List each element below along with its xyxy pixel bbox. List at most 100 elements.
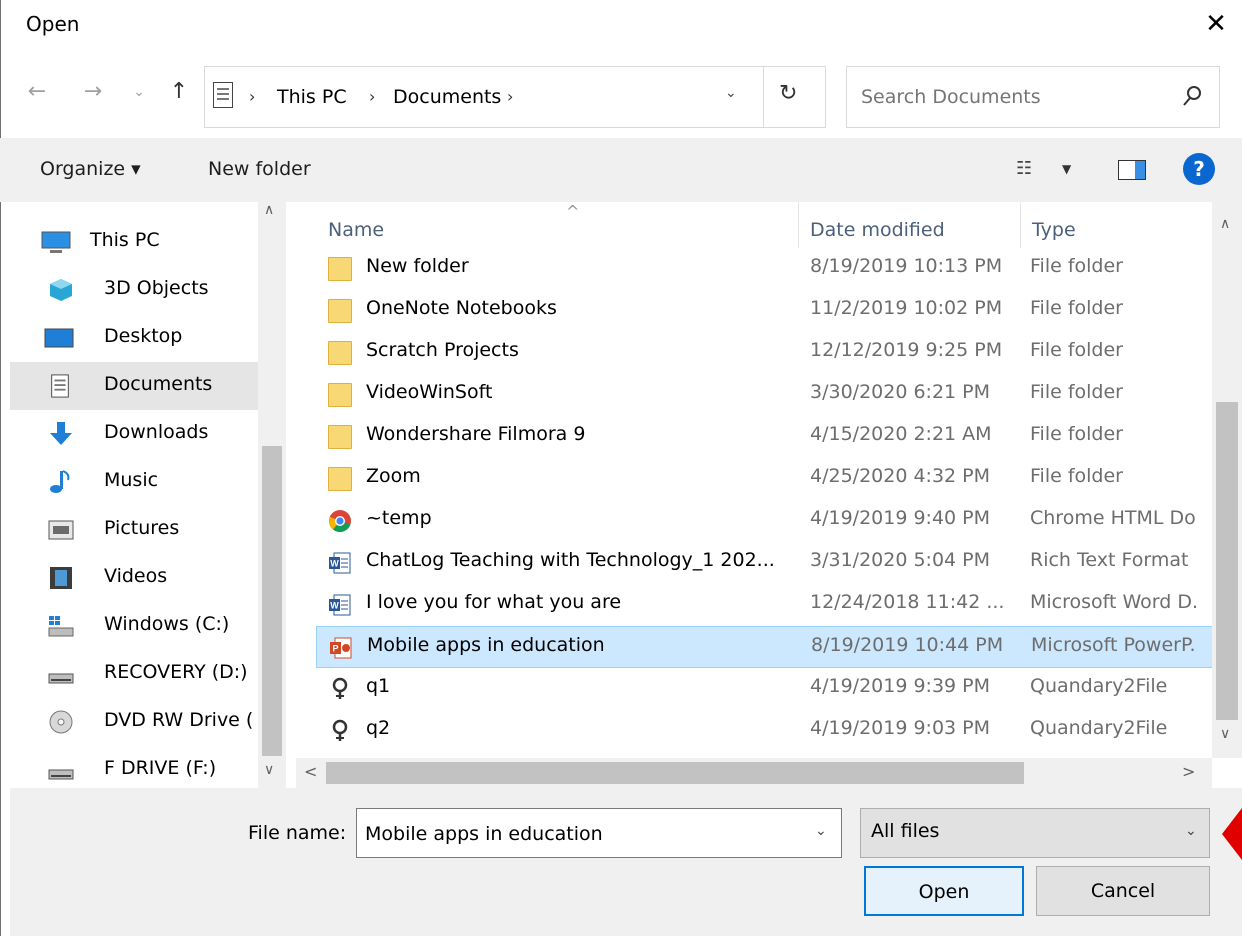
open-button[interactable]: Open <box>864 866 1024 916</box>
red-pointer-arrow <box>1222 808 1242 860</box>
chevron-down-icon[interactable]: ⌄ <box>815 823 827 839</box>
file-name-input[interactable] <box>365 819 795 849</box>
sidebar-item-windows-c[interactable]: Windows (C:) <box>10 602 258 650</box>
word-doc-icon: W <box>329 552 351 574</box>
file-date: 4/15/2020 2:21 AM <box>810 423 992 445</box>
sidebar-item-downloads[interactable]: Downloads <box>10 410 258 458</box>
scroll-left-icon[interactable]: < <box>304 762 317 781</box>
file-row[interactable]: Wondershare Filmora 9 4/15/2020 2:21 AM … <box>316 416 1212 458</box>
search-icon[interactable] <box>1181 83 1203 109</box>
file-date: 8/19/2019 10:13 PM <box>810 255 1003 277</box>
organize-button[interactable]: Organize ▾ <box>40 158 141 180</box>
file-type-select[interactable]: All files ⌄ <box>860 808 1210 858</box>
file-row[interactable]: VideoWinSoft 3/30/2020 6:21 PM File fold… <box>316 374 1212 416</box>
sidebar-item-pictures[interactable]: Pictures <box>10 506 258 554</box>
quandary-icon <box>332 677 348 699</box>
sidebar-item-dvd-rw[interactable]: DVD RW Drive ( <box>10 698 258 746</box>
file-name-combobox[interactable]: ⌄ <box>356 808 842 858</box>
file-row[interactable]: Zoom 4/25/2020 4:32 PM File folder <box>316 458 1212 500</box>
column-header-date-modified[interactable]: Date modified <box>810 216 945 244</box>
help-icon[interactable]: ? <box>1183 153 1215 185</box>
file-type-value: All files <box>871 820 940 842</box>
file-date: 11/2/2019 10:02 PM <box>810 297 1003 319</box>
file-name: Zoom <box>366 465 421 487</box>
file-row-selected[interactable]: P Mobile apps in education 8/19/2019 10:… <box>316 626 1212 668</box>
preview-pane-icon[interactable] <box>1118 160 1146 180</box>
sidebar-item-label: Downloads <box>104 421 209 443</box>
sidebar-item-recovery-d[interactable]: RECOVERY (D:) <box>10 650 258 698</box>
title-bar: Open ✕ <box>0 0 1242 50</box>
scroll-up-icon[interactable]: ∧ <box>1220 216 1230 232</box>
up-arrow-icon[interactable]: ↑ <box>164 77 194 107</box>
folder-icon <box>328 257 352 281</box>
file-list-horizontal-scrollbar[interactable]: < > <box>296 758 1212 788</box>
navigation-pane-scrollbar[interactable]: ∧ ∨ <box>258 202 286 788</box>
dialog-title: Open <box>26 12 80 36</box>
scroll-up-icon[interactable]: ∧ <box>264 202 274 218</box>
new-folder-button[interactable]: New folder <box>208 158 311 180</box>
scroll-right-icon[interactable]: > <box>1182 762 1195 781</box>
cancel-button[interactable]: Cancel <box>1036 866 1210 916</box>
column-header-name[interactable]: Name <box>328 216 384 244</box>
breadcrumb-separator[interactable]: › <box>369 84 375 110</box>
folder-icon <box>328 467 352 491</box>
file-date: 3/30/2020 6:21 PM <box>810 381 991 403</box>
address-divider <box>763 67 764 127</box>
file-row[interactable]: ~temp 4/19/2019 9:40 PM Chrome HTML Do <box>316 500 1212 542</box>
file-row[interactable]: New folder 8/19/2019 10:13 PM File folde… <box>316 248 1212 290</box>
scroll-down-icon[interactable]: ∨ <box>1220 726 1230 742</box>
file-name: Scratch Projects <box>366 339 519 361</box>
file-row[interactable]: q2 4/19/2019 9:03 PM Quandary2File <box>316 710 1212 752</box>
recent-locations-icon[interactable]: ⌄ <box>128 77 150 107</box>
file-name: ~temp <box>366 507 432 529</box>
column-header-type[interactable]: Type <box>1032 216 1076 244</box>
file-row[interactable]: W I love you for what you are 12/24/2018… <box>316 584 1212 626</box>
folder-icon <box>328 341 352 365</box>
breadcrumb-this-pc[interactable]: This PC <box>277 84 347 110</box>
file-row[interactable]: W ChatLog Teaching with Technology_1 202… <box>316 542 1212 584</box>
sidebar-item-label: DVD RW Drive ( <box>104 709 254 731</box>
search-box[interactable] <box>846 66 1220 128</box>
sidebar-item-label: 3D Objects <box>104 277 209 299</box>
sidebar-item-desktop[interactable]: Desktop <box>10 314 258 362</box>
column-divider[interactable] <box>798 202 799 248</box>
address-dropdown-icon[interactable]: ⌄ <box>725 85 737 101</box>
file-type: Rich Text Format <box>1030 549 1189 571</box>
file-type: Microsoft Word D. <box>1030 591 1199 613</box>
navigation-pane: This PC 3D Objects Desktop Documents Dow… <box>10 202 286 788</box>
file-row[interactable]: OneNote Notebooks 11/2/2019 10:02 PM Fil… <box>316 290 1212 332</box>
file-list-vertical-scrollbar[interactable]: ∧ ∨ <box>1212 202 1242 758</box>
breadcrumb-documents[interactable]: Documents <box>393 84 501 110</box>
address-bar[interactable]: › This PC › Documents › ⌄ ↻ <box>204 66 826 128</box>
sidebar-item-documents[interactable]: Documents <box>10 362 258 410</box>
scrollbar-thumb[interactable] <box>262 446 282 756</box>
view-options-icon[interactable]: ☷ <box>1016 158 1032 179</box>
sidebar-item-videos[interactable]: Videos <box>10 554 258 602</box>
sidebar-item-label: Pictures <box>104 517 180 539</box>
sidebar-item-f-drive[interactable]: F DRIVE (F:) <box>10 746 258 788</box>
file-list: ^ Name Date modified Type New folder 8/1… <box>286 202 1212 758</box>
file-row[interactable]: q1 4/19/2019 9:39 PM Quandary2File <box>316 668 1212 710</box>
forward-arrow-icon[interactable]: → <box>78 77 108 107</box>
scroll-down-icon[interactable]: ∨ <box>264 762 274 778</box>
column-divider[interactable] <box>1020 202 1021 248</box>
view-dropdown-icon[interactable]: ▼ <box>1062 162 1071 176</box>
file-date: 4/25/2020 4:32 PM <box>810 465 991 487</box>
scrollbar-thumb[interactable] <box>1216 402 1238 720</box>
drive-icon <box>48 673 74 684</box>
sidebar-item-music[interactable]: Music <box>10 458 258 506</box>
search-input[interactable] <box>861 82 1161 112</box>
breadcrumb-separator[interactable]: › <box>507 84 513 110</box>
scrollbar-thumb[interactable] <box>326 762 1024 784</box>
file-row[interactable]: Scratch Projects 12/12/2019 9:25 PM File… <box>316 332 1212 374</box>
folder-icon <box>328 383 352 407</box>
sidebar-item-label: Desktop <box>104 325 183 347</box>
sidebar-item-3d-objects[interactable]: 3D Objects <box>10 266 258 314</box>
sidebar-item-this-pc[interactable]: This PC <box>10 218 258 266</box>
chevron-down-icon[interactable]: ⌄ <box>1185 823 1197 839</box>
back-arrow-icon[interactable]: ← <box>22 77 52 107</box>
open-file-dialog: Open ✕ ← → ⌄ ↑ › This PC › Documents › ⌄… <box>0 0 1242 936</box>
svg-text:W: W <box>330 601 339 611</box>
close-icon[interactable]: ✕ <box>1198 6 1234 42</box>
refresh-icon[interactable]: ↻ <box>779 81 797 106</box>
